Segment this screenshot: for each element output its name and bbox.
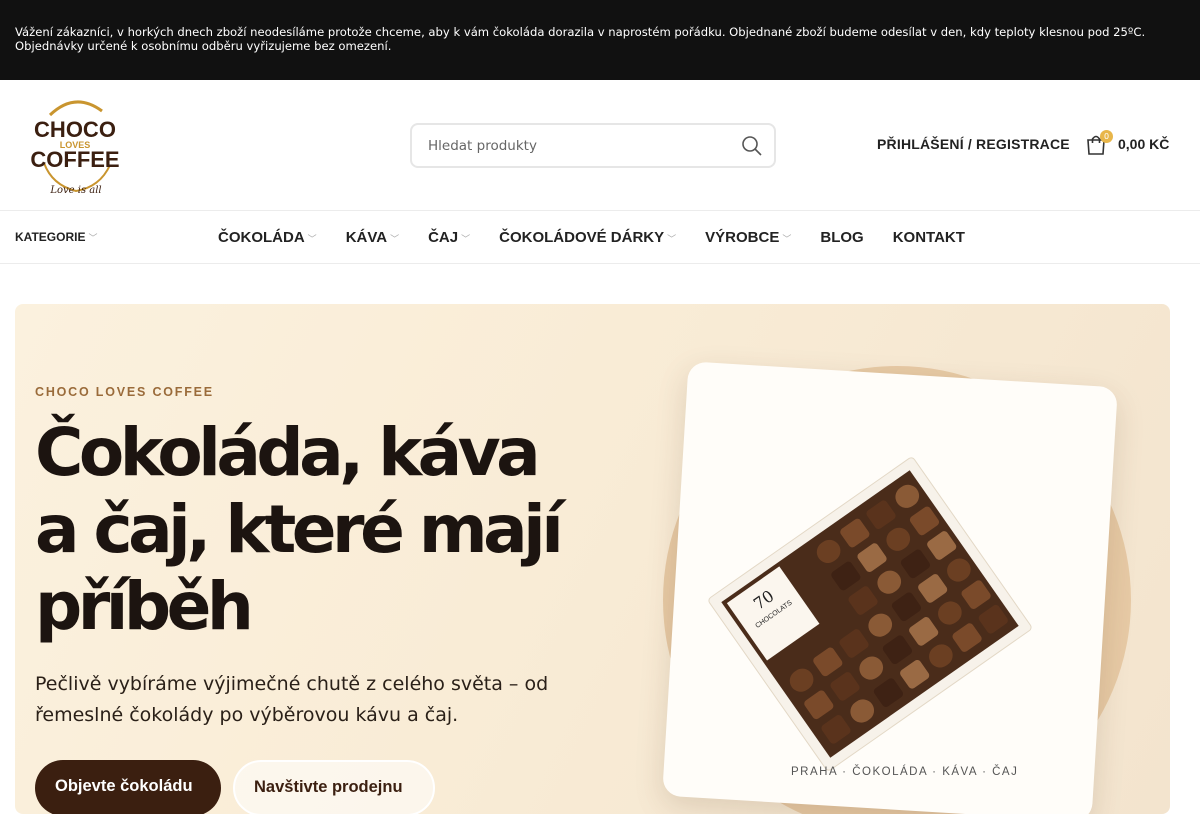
nav-item-blog[interactable]: BLOG xyxy=(820,229,863,246)
hero-heading-line-2: a čaj, které mají xyxy=(35,491,564,568)
main-navigation: KATEGORIE ﹀ ČOKOLÁDA ﹀ KÁVA ﹀ ČAJ ﹀ ČOKOLÁDO… xyxy=(0,210,1200,264)
search-bar xyxy=(410,123,776,168)
categories-dropdown[interactable]: KATEGORIE ﹀ xyxy=(15,230,97,244)
nav-item-label: KÁVA xyxy=(345,228,388,246)
nav-item-cokoladove-darky[interactable]: ČOKOLÁDOVÉ DÁRKY ﹀ xyxy=(499,229,676,246)
hero-eyebrow: CHOCO LOVES COFFEE xyxy=(35,385,214,399)
site-header: CHOCO LOVES COFFEE Love is all PŘIHLÁŠEN… xyxy=(0,80,1200,210)
hero-lead: Pečlivě vybíráme výjimečné chutě z celéh… xyxy=(35,673,549,726)
nav-item-label: ČAJ xyxy=(428,228,459,246)
logo-text-coffee: COFFEE xyxy=(30,147,119,172)
search-icon[interactable] xyxy=(740,134,764,158)
nav-item-label: VÝROBCE xyxy=(705,228,780,246)
nav-item-cokolada[interactable]: ČOKOLÁDA ﹀ xyxy=(218,229,317,246)
hero-heading: Čokoláda, káva a čaj, které mají příběh xyxy=(35,414,615,645)
chevron-down-icon: ﹀ xyxy=(667,233,677,244)
chevron-down-icon: ﹀ xyxy=(88,233,98,243)
login-register-link[interactable]: PŘIHLÁŠENÍ / REGISTRACE xyxy=(877,136,1070,152)
nav-item-label: ČOKOLÁDOVÉ DÁRKY xyxy=(499,228,665,246)
nav-item-vyrobce[interactable]: VÝROBCE ﹀ xyxy=(705,229,791,246)
logo-graphic: CHOCO LOVES COFFEE Love is all xyxy=(30,100,120,196)
discover-chocolate-button[interactable]: Objevte čokoládu xyxy=(35,760,221,814)
visit-store-button[interactable]: Navštivte prodejnu xyxy=(233,760,435,814)
shipping-notice: Vážení zákazníci, v horkých dnech zboží … xyxy=(15,25,1146,53)
search-input[interactable] xyxy=(426,125,726,166)
hero-image-caption: PRAHA · ČOKOLÁDA · KÁVA · ČAJ xyxy=(791,766,1019,778)
chevron-down-icon: ﹀ xyxy=(782,233,792,244)
nav-menu: ČOKOLÁDA ﹀ KÁVA ﹀ ČAJ ﹀ ČOKOLÁDOVÉ DÁRKY ﹀ V… xyxy=(218,211,994,263)
cart-button[interactable]: 0 0,00 KČ xyxy=(1084,130,1194,159)
hero-banner: CHOCO LOVES COFFEE Čokoláda, káva a čaj,… xyxy=(15,304,1170,814)
nav-item-label: ČOKOLÁDA xyxy=(218,228,305,246)
brand-logo[interactable]: CHOCO LOVES COFFEE Love is all xyxy=(30,93,120,198)
chevron-down-icon: ﹀ xyxy=(307,233,317,244)
hero-heading-line-1: Čokoláda, káva xyxy=(35,414,541,491)
nav-item-kava[interactable]: KÁVA ﹀ xyxy=(346,229,399,246)
cart-count-badge: 0 xyxy=(1100,130,1113,143)
hero-heading-line-3: příběh xyxy=(35,568,254,645)
nav-item-kontakt[interactable]: KONTAKT xyxy=(893,229,965,246)
chocolate-box-graphic: 70 CHOCOLATS xyxy=(708,457,1032,771)
announcement-bar: Vážení zákazníci, v horkých dnech zboží … xyxy=(0,0,1200,80)
logo-tagline: Love is all xyxy=(49,185,101,196)
chevron-down-icon: ﹀ xyxy=(390,233,400,244)
cart-total: 0,00 KČ xyxy=(1118,136,1170,152)
logo-text-choco: CHOCO xyxy=(34,117,116,142)
categories-label: KATEGORIE xyxy=(15,230,86,244)
nav-item-label: KONTAKT xyxy=(892,228,965,246)
nav-item-caj[interactable]: ČAJ ﹀ xyxy=(428,229,470,246)
chevron-down-icon: ﹀ xyxy=(461,233,471,244)
nav-item-label: BLOG xyxy=(820,228,864,246)
chocolate-box-image: 70 CHOCOLATS xyxy=(705,449,1035,779)
